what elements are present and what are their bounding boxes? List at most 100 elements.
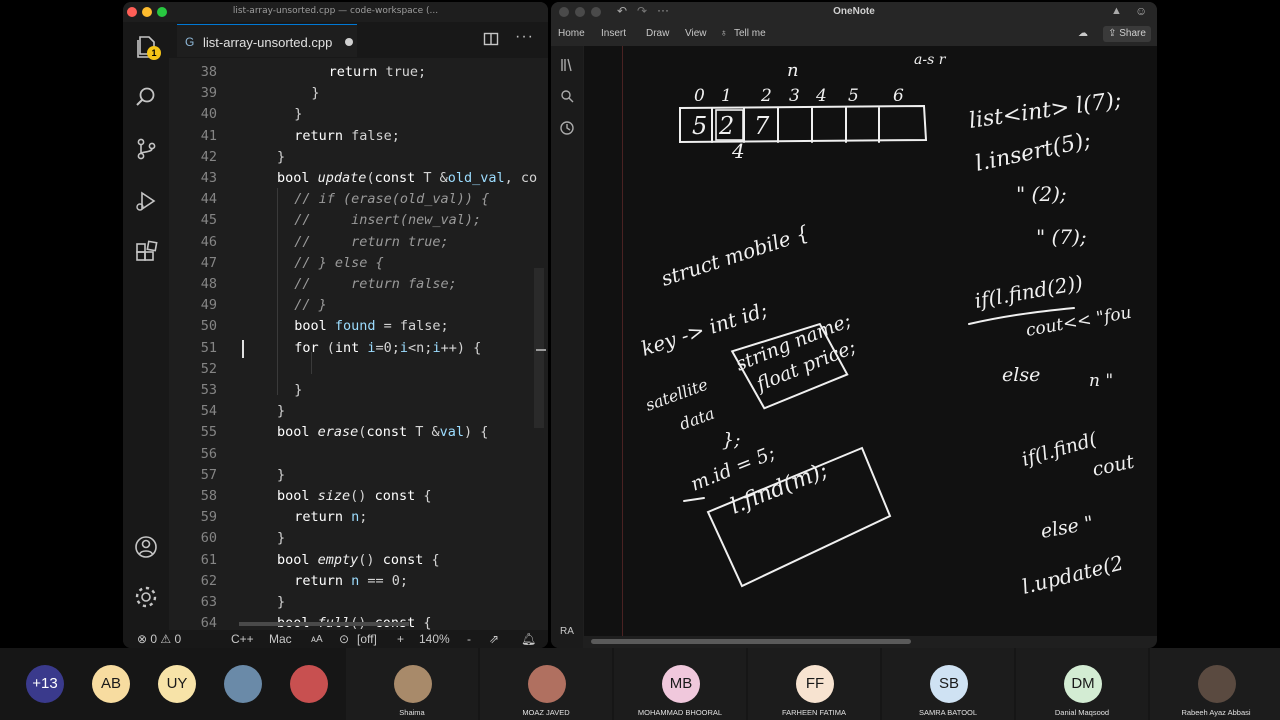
zoom-in-button[interactable]: + — [397, 632, 404, 646]
platform-indicator[interactable]: Mac — [269, 632, 292, 646]
ink-close-brace: }; — [722, 429, 741, 451]
code-line: } — [277, 148, 286, 165]
explorer-badge: 1 — [147, 46, 161, 60]
ink-insert5: l.insert(5); — [973, 128, 1093, 177]
participant-tile[interactable]: UY — [152, 648, 204, 720]
tab-insert[interactable]: Insert — [601, 28, 626, 39]
tab-home[interactable]: Home — [558, 28, 585, 39]
vertical-scrollbar[interactable] — [534, 268, 544, 428]
participant-name: MOAZ JAVED — [522, 708, 570, 717]
problems-indicator[interactable]: ⊗ 0 ⚠ 0 — [137, 632, 181, 646]
zoom-level[interactable]: 140% — [419, 632, 450, 646]
line-number: 42 — [200, 148, 217, 165]
live-share-icon[interactable]: ⊙ — [339, 632, 349, 646]
ink-array-7: 7 — [754, 112, 770, 140]
line-number: 61 — [200, 551, 217, 568]
window-title: OneNote — [833, 6, 875, 17]
line-number: 54 — [200, 403, 217, 420]
window-title: list-array-unsorted.cpp — code-workspace… — [232, 6, 439, 16]
user-initials[interactable]: RA — [560, 626, 574, 637]
search-icon[interactable] — [133, 84, 159, 110]
code-line: return n == 0; — [294, 572, 409, 589]
ink-index-4: 4 — [815, 86, 827, 106]
emoji-feedback-icon[interactable]: ☺ — [1135, 4, 1147, 18]
ink-if-lfind2: if(l.find( — [1019, 428, 1100, 471]
participant-avatar — [224, 665, 262, 703]
ink-insert7: " (7); — [1036, 225, 1087, 249]
ink-index-2: 2 — [760, 86, 772, 106]
participant-tile[interactable]: AB — [86, 648, 138, 720]
line-number: 45 — [200, 212, 217, 229]
code-editor[interactable]: ... 38return true;39}40}41return false;4… — [169, 58, 548, 634]
line-number: 63 — [200, 594, 217, 610]
participant-tile[interactable]: DM Danial Maqsood — [1016, 648, 1148, 720]
editor-tab-bar: G list-array-unsorted.cpp ··· — [169, 22, 548, 58]
recent-clock-icon[interactable] — [559, 120, 575, 136]
participant-avatar: MB — [662, 665, 700, 703]
participant-avatar — [1198, 665, 1236, 703]
source-control-icon[interactable] — [133, 136, 159, 162]
cpp-file-icon: G — [185, 35, 195, 49]
code-line: } — [277, 530, 286, 547]
zoom-out-button[interactable]: - — [467, 632, 471, 646]
share-button[interactable]: ⇪ Share — [1103, 26, 1151, 42]
ink-insert2: " (2); — [1016, 182, 1067, 206]
line-number: 50 — [200, 318, 217, 335]
unsaved-dot-icon[interactable] — [345, 38, 353, 46]
notebooks-icon[interactable] — [559, 57, 575, 73]
participant-tile[interactable] — [218, 648, 270, 720]
code-line: bool size() const { — [277, 488, 432, 504]
ink-data: data — [677, 404, 717, 434]
ink-if-lfind: if(l.find(2)) — [973, 270, 1085, 313]
live-share-status[interactable]: [off] — [357, 632, 377, 646]
editor-tab[interactable]: G list-array-unsorted.cpp — [177, 24, 357, 57]
note-canvas[interactable]: n a-s r 0 1 2 3 4 5 6 5 2 7 4 list<int> … — [584, 46, 1157, 636]
ink-index-3: 3 — [789, 86, 800, 106]
onenote-sidebar: RA — [551, 46, 583, 648]
participant-tile[interactable]: MB MOHAMMAD BHOORAL — [614, 648, 746, 720]
run-debug-icon[interactable] — [133, 188, 159, 214]
search-icon[interactable] — [559, 88, 575, 104]
more-actions-icon[interactable]: ··· — [515, 28, 534, 46]
settings-gear-icon[interactable] — [133, 584, 159, 610]
participant-name: FARHEEN FATIMA — [781, 708, 847, 717]
participant-tile[interactable]: FF FARHEEN FATIMA — [748, 648, 880, 720]
horizontal-scrollbar[interactable] — [239, 622, 409, 626]
horizontal-scrollbar[interactable] — [591, 639, 911, 644]
line-number: 48 — [200, 276, 217, 292]
vscode-titlebar: list-array-unsorted.cpp — code-workspace… — [123, 2, 548, 22]
participant-tile[interactable] — [284, 648, 336, 720]
participant-tile[interactable]: Shaima — [346, 648, 478, 720]
participant-tile[interactable]: +13 — [20, 648, 72, 720]
line-number: 46 — [200, 233, 217, 250]
tab-draw[interactable]: Draw — [646, 28, 669, 39]
share-label: Share — [1119, 28, 1146, 39]
tab-view[interactable]: View — [685, 28, 707, 39]
ink-else: else — [1002, 364, 1040, 386]
code-line: for (int i=0;i<n;i++) { — [294, 339, 482, 356]
scrollbar-cursor-marker — [536, 349, 546, 351]
notifications-bell-icon[interactable]: 🔔︎ — [521, 632, 536, 646]
participant-tile[interactable]: Rabeeh Ayaz Abbasi — [1150, 648, 1280, 720]
extensions-icon[interactable] — [133, 240, 159, 266]
code-line: } — [311, 85, 320, 102]
line-number: 62 — [200, 572, 217, 589]
tell-me-search[interactable]: Tell me — [734, 28, 766, 39]
participant-avatar: AB — [92, 665, 130, 703]
handwriting-ink: n a-s r 0 1 2 3 4 5 6 5 2 7 4 list<int> … — [638, 52, 1136, 599]
code-line: bool found = false; — [294, 318, 449, 335]
participant-name: Rabeeh Ayaz Abbasi — [1181, 708, 1251, 717]
ink-update: l.update(2 — [1019, 551, 1125, 599]
ink-index-1: 1 — [721, 86, 732, 106]
sync-cloud-icon[interactable]: ☁ — [1078, 28, 1088, 39]
accounts-icon[interactable]: ⇗ — [489, 632, 499, 646]
participant-tile[interactable]: MOAZ JAVED — [480, 648, 612, 720]
font-size-indicator[interactable]: ᴀA — [311, 634, 323, 645]
bell-icon[interactable]: ▲ — [1111, 5, 1122, 17]
language-mode[interactable]: C++ — [231, 632, 254, 646]
split-editor-icon[interactable] — [483, 31, 499, 47]
ink-array-5: 5 — [692, 112, 707, 140]
account-icon[interactable] — [133, 534, 159, 560]
code-line: } — [294, 106, 303, 123]
participant-tile[interactable]: SB SAMRA BATOOL — [882, 648, 1014, 720]
